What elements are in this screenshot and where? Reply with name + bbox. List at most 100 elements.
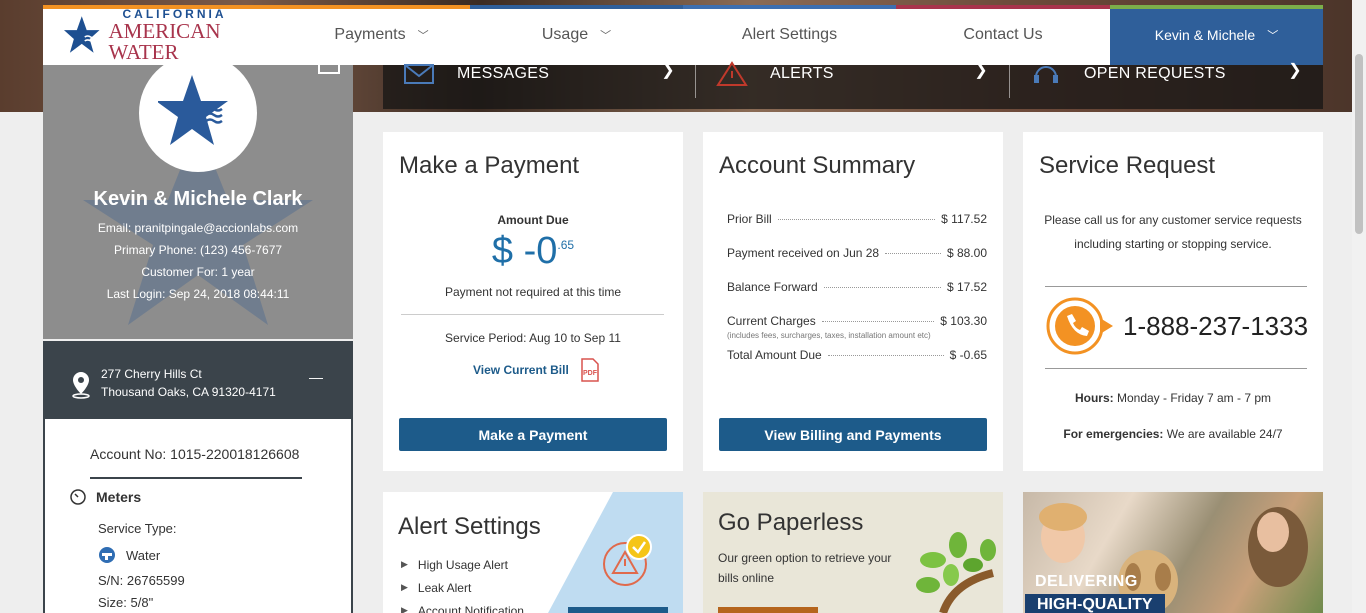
amount-cents: .65 [557, 238, 575, 252]
triangle-bullet-icon: ▶ [401, 605, 408, 613]
hours-value: Monday - Friday 7 am - 7 pm [1113, 391, 1272, 405]
alerts-dropdown[interactable]: ALERTS ❯ [716, 52, 988, 96]
service-request-text-1: Please call us for any customer service … [1044, 213, 1302, 227]
service-address[interactable]: 277 Cherry Hills Ct Thousand Oaks, CA 91… [43, 341, 353, 419]
company-logo[interactable]: CALIFORNIA AMERICAN WATER [43, 5, 293, 65]
account-number: Account No: 1015-220018126608 [90, 446, 300, 462]
chevron-down-icon: ﹀ [1267, 30, 1279, 42]
summary-row-value: $ -0.65 [949, 348, 987, 362]
alert-settings-card[interactable]: Alert Settings ▶ High Usage Alert ▶ Leak A… [383, 492, 683, 613]
view-current-bill-link[interactable]: View Current Bill PDF [473, 358, 601, 382]
phone-number[interactable]: 1-888-237-1333 [1123, 311, 1308, 342]
meter-size: Size: 5/8" [98, 595, 154, 610]
go-paperless-card[interactable]: Go Paperless Our green option to retriev… [703, 492, 1003, 613]
summary-row-value: $ 117.52 [941, 212, 987, 226]
summary-row-label: Total Amount Due [727, 348, 822, 362]
card-divider [1045, 286, 1307, 287]
phone-call-icon [1046, 297, 1113, 355]
summary-row: Prior Bill $ 117.52 [727, 212, 987, 226]
alert-settings-button[interactable] [568, 607, 668, 613]
summary-row: Payment received on Jun 28 $ 88.00 [727, 246, 987, 260]
alert-item-label: Leak Alert [417, 580, 472, 595]
service-request-text-2: including starting or stopping service. [1074, 237, 1272, 251]
account-summary-title: Account Summary [719, 152, 916, 179]
summary-row-label: Balance Forward [727, 280, 818, 294]
service-type-row: Water [98, 546, 160, 564]
amount-due-label: Amount Due [497, 213, 569, 227]
view-billing-button[interactable]: View Billing and Payments [719, 418, 987, 451]
summary-row-label: Prior Bill [727, 212, 772, 226]
go-paperless-button[interactable] [718, 607, 818, 613]
logo-company: AMERICAN WATER [108, 18, 221, 64]
service-period: Service Period: Aug 10 to Sep 11 [445, 331, 621, 345]
quickbar-divider [1009, 58, 1010, 98]
triangle-bullet-icon: ▶ [401, 559, 408, 569]
quality-line-1: DELIVERING [1035, 573, 1138, 590]
view-current-bill-label: View Current Bill [473, 363, 569, 377]
summary-row-value: $ 17.52 [946, 280, 987, 294]
quality-line-2: HIGH-QUALITY [1025, 594, 1165, 613]
alert-item-label: Account Notification [417, 603, 524, 613]
nav-alert-settings-label: Alert Settings [741, 26, 838, 43]
pdf-icon: PDF [581, 358, 599, 382]
edit-icon[interactable] [318, 65, 340, 74]
open-requests-dropdown[interactable]: OPEN REQUESTS ❯ [1030, 52, 1302, 96]
collapse-toggle[interactable]: — [309, 369, 323, 385]
messages-dropdown[interactable]: MESSAGES ❯ [403, 52, 675, 96]
alert-item-label: High Usage Alert [417, 557, 508, 572]
profile-last-login: Last Login: Sep 24, 2018 08:44:11 [106, 287, 290, 301]
hours-label: Hours: [1074, 391, 1114, 405]
headset-icon [1034, 66, 1058, 83]
charges-note: (includes fees, surcharges, taxes, insta… [727, 331, 931, 340]
tree-icon [916, 532, 996, 613]
summary-row: Total Amount Due $ -0.65 [727, 348, 987, 362]
profile-phone: Primary Phone: (123) 456-7677 [113, 243, 283, 257]
nav-stripe-blue [470, 5, 683, 9]
address-line-2: Thousand Oaks, CA 91320-4171 [101, 385, 276, 399]
card-divider [401, 314, 664, 315]
warning-icon [716, 61, 748, 86]
nav-payments-label: Payments [334, 26, 406, 43]
payment-note: Payment not required at this time [444, 285, 622, 299]
chevron-down-icon: ❯ [974, 62, 988, 79]
scrollbar-thumb[interactable] [1355, 54, 1363, 234]
emergency-value: We are available 24/7 [1163, 427, 1283, 441]
chevron-down-icon: ❯ [1288, 62, 1302, 79]
profile-panel: Kevin & Michele Clark Email: pranitpinga… [43, 65, 353, 339]
alerts-label: ALERTS [770, 65, 834, 82]
water-faucet-icon [99, 547, 115, 563]
emergency-label: For emergencies: [1063, 427, 1164, 441]
account-divider [90, 477, 302, 479]
hours-row: Hours: Monday - Friday 7 am - 7 pm [1023, 391, 1323, 405]
summary-row: Current Charges $ 103.30 [727, 314, 987, 328]
amount-due-value: $ -0.65 [383, 230, 683, 273]
service-request-title: Service Request [1039, 152, 1216, 179]
list-item: ▶ High Usage Alert [401, 553, 524, 576]
make-payment-title: Make a Payment [399, 152, 580, 179]
location-pin-icon [72, 372, 90, 399]
amount-main: $ -0 [491, 230, 558, 272]
service-type-value: Water [126, 547, 161, 563]
list-item: ▶ Leak Alert [401, 576, 524, 599]
meter-serial: S/N: 26765599 [98, 573, 185, 588]
chevron-down-icon: ❯ [661, 62, 675, 79]
emergency-row: For emergencies: We are available 24/7 [1023, 427, 1323, 441]
page-scrollbar[interactable] [1352, 0, 1366, 613]
profile-name: Kevin & Michele Clark [93, 188, 303, 210]
envelope-icon [404, 64, 434, 84]
make-payment-card: Make a Payment Amount Due $ -0.65 Paymen… [383, 132, 683, 471]
pdf-icon-label: PDF [583, 370, 598, 377]
logo-state: CALIFORNIA [122, 6, 227, 21]
nav-stripe-red [896, 5, 1110, 9]
meters-heading: Meters [70, 489, 141, 505]
phone-contact[interactable]: 1-888-237-1333 [1045, 296, 1308, 356]
quality-promo-card[interactable]: DELIVERING HIGH-QUALITY [1023, 492, 1323, 613]
summary-row-value: $ 103.30 [940, 314, 987, 328]
open-requests-label: OPEN REQUESTS [1084, 65, 1226, 82]
nav-contact-us-label: Contact Us [963, 26, 1043, 43]
alert-settings-title: Alert Settings [398, 513, 541, 540]
nav-usage-label: Usage [541, 26, 589, 43]
profile-email: Email: pranitpingale@accionlabs.com [97, 221, 299, 235]
summary-row-label: Payment received on Jun 28 [727, 246, 880, 260]
make-payment-button[interactable]: Make a Payment [399, 418, 667, 451]
